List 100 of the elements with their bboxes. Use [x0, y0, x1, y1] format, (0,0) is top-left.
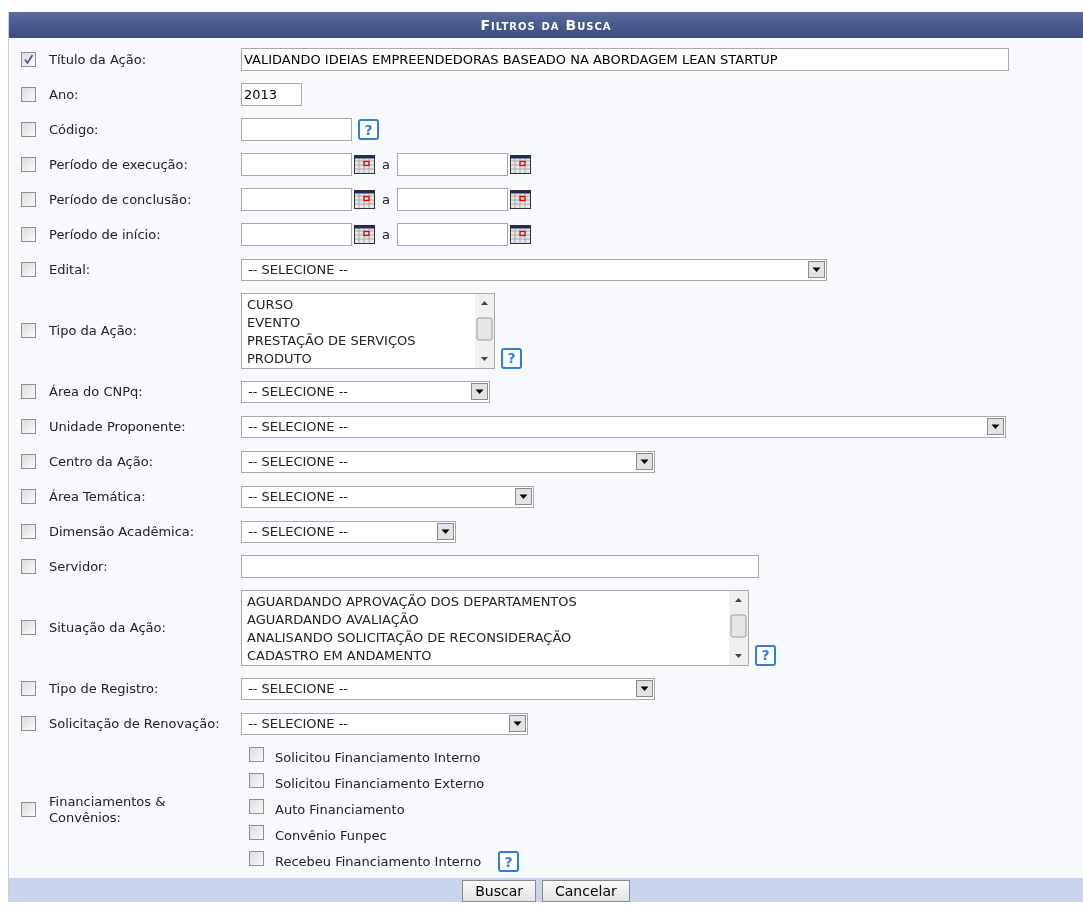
input-field[interactable]	[241, 188, 352, 211]
form-button[interactable]: Buscar	[462, 880, 536, 902]
field-label: Período de execução:	[49, 156, 189, 173]
checkbox[interactable]	[21, 52, 36, 67]
option-label: Solicitou Financiamento Interno	[275, 749, 481, 767]
checkbox[interactable]	[21, 323, 36, 338]
list-option[interactable]: EVENTO	[247, 313, 475, 332]
list-box[interactable]: CURSO EVENTO PRESTAÇÃO DE SERVIÇOS PRODUTO	[241, 292, 495, 369]
dropdown[interactable]: -- SELECIONE --	[241, 485, 534, 508]
dropdown[interactable]: -- SELECIONE --	[241, 258, 827, 281]
form-button[interactable]: Cancelar	[542, 880, 630, 902]
scrollbar-drawing[interactable]	[475, 293, 494, 368]
field-label: Dimensão Acadêmica:	[49, 523, 196, 540]
field-label: Edital:	[49, 261, 92, 278]
input-field[interactable]: VALIDANDO IDEIAS EMPREENDEDORAS BASEADO NA ABORDAGEM LEAN STARTUP	[241, 48, 1009, 71]
caret-icon	[437, 523, 454, 540]
field-label: Solicitação de Renovação:	[49, 715, 221, 732]
panel-header: Filtros da Busca	[9, 12, 1083, 38]
dropdown[interactable]: -- SELECIONE --	[241, 380, 490, 403]
input-field[interactable]	[241, 555, 759, 578]
checkbox[interactable]	[249, 747, 264, 762]
checkbox[interactable]	[21, 681, 36, 696]
input-field[interactable]	[241, 223, 352, 246]
input-field[interactable]	[241, 118, 352, 141]
caret-icon	[509, 715, 526, 732]
dropdown[interactable]: -- SELECIONE --	[241, 677, 655, 700]
field-label: Período de conclusão:	[49, 191, 193, 208]
checkbox[interactable]	[21, 157, 36, 172]
checkbox[interactable]	[21, 716, 36, 731]
caret-icon	[471, 383, 488, 400]
list-option[interactable]: CADASTRO EM ANDAMENTO	[247, 646, 729, 665]
list-option[interactable]: AGUARDANDO AVALIAÇÃO	[247, 610, 729, 629]
list-option[interactable]: CURSO	[247, 295, 475, 314]
calendar-icon[interactable]	[354, 155, 375, 174]
field-label: Ano:	[49, 86, 80, 103]
option-label: Recebeu Financiamento Interno	[275, 853, 482, 871]
scrollbar-drawing[interactable]	[729, 590, 748, 665]
field-label: Servidor:	[49, 558, 109, 575]
checkbox[interactable]	[21, 192, 36, 207]
caret-icon	[636, 453, 653, 470]
checkbox[interactable]	[21, 559, 36, 574]
field-label: Tipo de Registro:	[49, 680, 160, 697]
calendar-icon[interactable]	[354, 190, 375, 209]
field-label: Tipo da Ação:	[49, 322, 138, 339]
help-icon[interactable]: ?	[498, 851, 520, 872]
checkbox[interactable]	[21, 454, 36, 469]
field-label: Unidade Proponente:	[49, 418, 187, 435]
input-field[interactable]	[396, 223, 508, 246]
checkbox[interactable]	[21, 489, 36, 504]
range-separator: a	[382, 155, 390, 174]
field-label: Financiamentos & Convênios:	[49, 793, 167, 826]
input-field[interactable]	[396, 153, 508, 176]
calendar-icon[interactable]	[509, 225, 531, 244]
dropdown[interactable]: -- SELECIONE --	[241, 520, 456, 543]
checkbox[interactable]	[21, 620, 36, 635]
help-icon[interactable]: ?	[501, 347, 522, 369]
option-label: Solicitou Financiamento Externo	[275, 775, 485, 793]
calendar-icon[interactable]	[509, 155, 531, 174]
caret-icon	[515, 488, 532, 505]
range-separator: a	[382, 190, 390, 209]
checkbox[interactable]	[249, 799, 264, 814]
field-label: Área Temática:	[49, 488, 147, 505]
calendar-icon[interactable]	[354, 225, 375, 244]
calendar-icon[interactable]	[509, 190, 531, 209]
input-field[interactable]: 2013	[241, 83, 302, 106]
input-field[interactable]	[241, 153, 352, 176]
field-label: Área do CNPq:	[49, 383, 144, 400]
list-option[interactable]: PRESTAÇÃO DE SERVIÇOS	[247, 331, 475, 350]
range-separator: a	[382, 225, 390, 244]
field-label: Título da Ação:	[49, 51, 148, 68]
caret-icon	[808, 261, 825, 278]
list-option[interactable]: PRODUTO	[247, 349, 475, 368]
caret-icon	[987, 418, 1004, 435]
checkbox[interactable]	[249, 825, 264, 840]
list-option[interactable]: AGUARDANDO APROVAÇÃO DOS DEPARTAMENTOS	[247, 592, 729, 611]
checkbox[interactable]	[21, 262, 36, 277]
checkbox[interactable]	[21, 802, 36, 817]
checkbox[interactable]	[21, 524, 36, 539]
option-label: Convênio Funpec	[275, 827, 387, 845]
checkbox[interactable]	[21, 122, 36, 137]
checkbox[interactable]	[249, 773, 264, 788]
checkbox[interactable]	[249, 851, 264, 866]
option-label: Auto Financiamento	[275, 801, 405, 819]
field-label: Período de início:	[49, 226, 162, 243]
help-icon[interactable]: ?	[358, 119, 379, 140]
checkbox[interactable]	[21, 419, 36, 434]
checkbox[interactable]	[21, 87, 36, 102]
list-option[interactable]: ANALISANDO SOLICITAÇÃO DE RECONSIDERAÇÃO	[247, 628, 729, 647]
field-label: Código:	[49, 121, 100, 138]
checkbox[interactable]	[21, 227, 36, 242]
dropdown[interactable]: -- SELECIONE --	[241, 712, 528, 735]
field-label: Situação da Ação:	[49, 619, 167, 636]
input-field[interactable]	[396, 188, 508, 211]
help-icon[interactable]: ?	[755, 644, 776, 666]
dropdown[interactable]: -- SELECIONE --	[241, 415, 1006, 438]
list-box[interactable]: AGUARDANDO APROVAÇÃO DOS DEPARTAMENTOS AGUARDANDO AVALIAÇÃO ANALISANDO SOLICITAÇÃO DE RECONSIDERAÇÃO CADASTRO EM ANDAMENTO	[241, 589, 749, 666]
field-label: Centro da Ação:	[49, 453, 155, 470]
checkbox[interactable]	[21, 384, 36, 399]
caret-icon	[636, 680, 653, 697]
dropdown[interactable]: -- SELECIONE --	[241, 450, 655, 473]
